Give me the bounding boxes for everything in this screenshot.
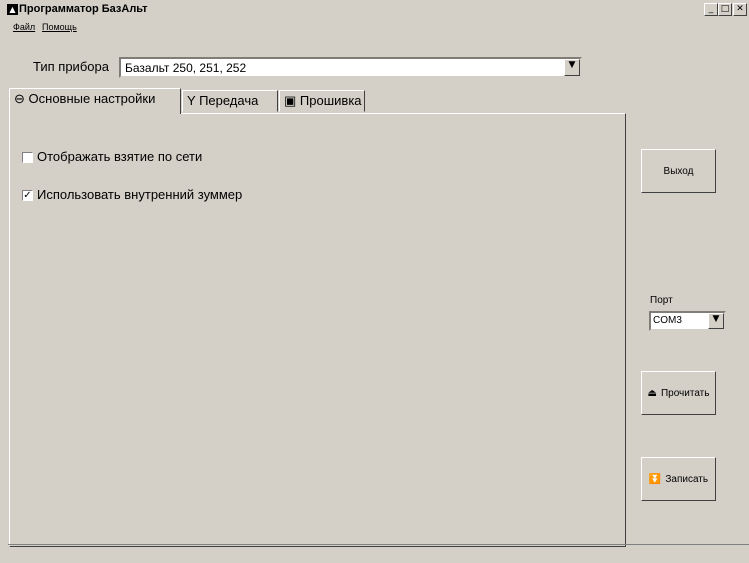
status-bar	[8, 544, 749, 563]
show-network-checkbox[interactable]	[22, 152, 33, 163]
chevron-down-icon[interactable]: ▼	[564, 59, 580, 76]
tab-main-settings-label: Основные настройки	[28, 91, 156, 106]
use-buzzer-checkbox[interactable]: ✓	[22, 190, 33, 201]
menu-file-label: Файл	[13, 22, 36, 32]
write-button-label: Записать	[665, 473, 709, 485]
tab-firmware[interactable]: ▣ Прошивка	[279, 90, 365, 112]
tab-main-settings[interactable]: ⊖ Основные настройки	[9, 88, 181, 114]
minimize-icon[interactable]: _	[704, 3, 718, 16]
close-icon[interactable]: ✕	[733, 3, 747, 16]
tab-transfer[interactable]: Y Передача	[182, 90, 278, 112]
tab-firmware-label: Прошивка	[299, 93, 362, 108]
menu-help[interactable]: Помощь	[42, 22, 77, 32]
port-select[interactable]: COM3 ▼	[649, 311, 726, 331]
antenna-icon: Y	[187, 93, 196, 108]
port-label: Порт	[650, 295, 673, 306]
window-title: Программатор БазАльт	[19, 3, 148, 15]
port-value: COM3	[653, 315, 682, 326]
download-icon: ⏬	[648, 473, 662, 485]
use-buzzer-label: Использовать внутренний зуммер	[37, 187, 243, 202]
chip-icon: ▣	[284, 93, 297, 108]
show-network-label: Отображать взятие по сети	[37, 149, 203, 164]
exit-button[interactable]: Выход	[641, 149, 716, 193]
device-type-label: Тип прибора	[33, 59, 109, 74]
tab-transfer-label: Передача	[199, 93, 259, 108]
read-button[interactable]: ⏏ Прочитать	[641, 371, 716, 415]
device-type-select[interactable]: Базальт 250, 251, 252 ▼	[119, 57, 582, 78]
menu-help-label: Помощь	[42, 22, 77, 32]
circle-minus-icon: ⊖	[14, 91, 25, 106]
menu-file[interactable]: Файл	[13, 22, 35, 32]
tab-panel	[9, 113, 626, 547]
app-logo-icon: ▲	[7, 4, 18, 15]
eject-icon: ⏏	[647, 387, 657, 399]
chevron-down-icon[interactable]: ▼	[708, 313, 724, 329]
maximize-icon[interactable]: □	[718, 3, 732, 16]
write-button[interactable]: ⏬ Записать	[641, 457, 716, 501]
device-type-value: Базальт 250, 251, 252	[125, 61, 247, 75]
exit-button-label: Выход	[663, 165, 694, 177]
read-button-label: Прочитать	[660, 387, 710, 399]
